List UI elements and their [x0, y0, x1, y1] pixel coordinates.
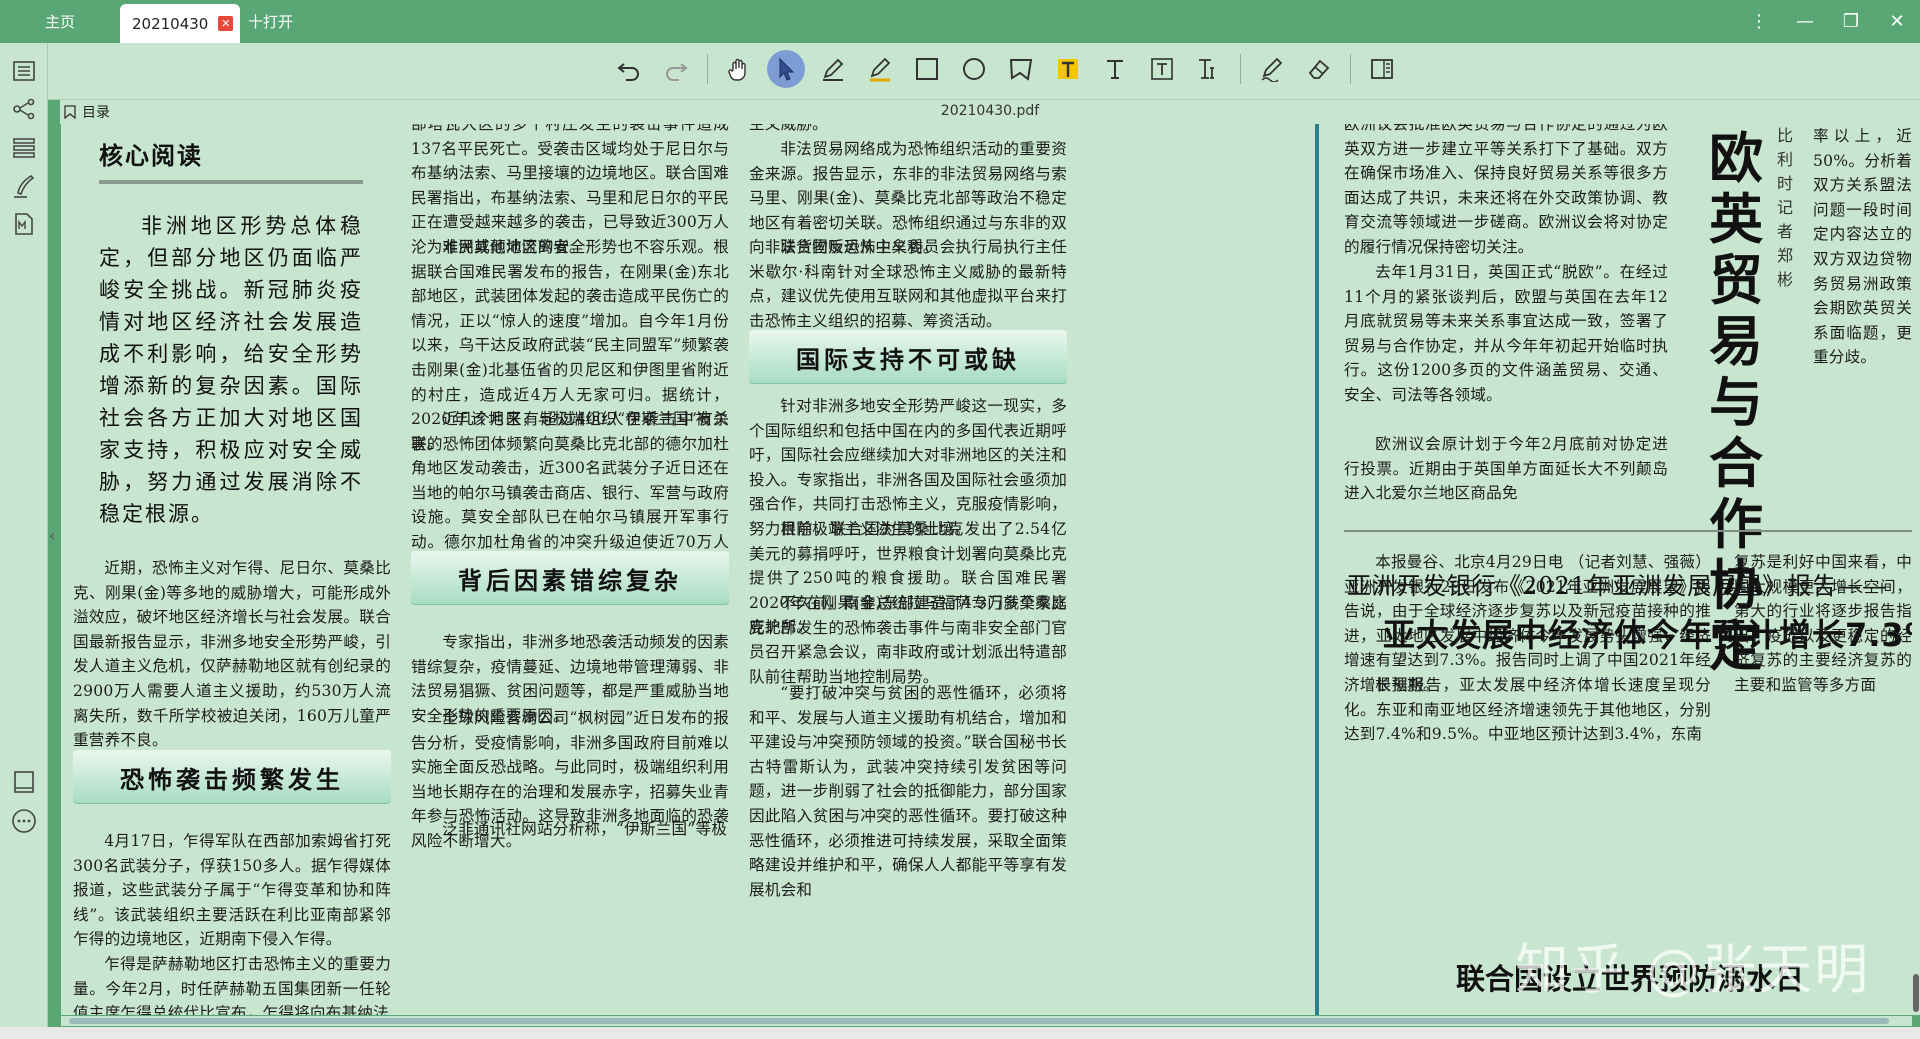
core-reading-title: 核心阅读 [99, 142, 203, 170]
hand-icon[interactable] [720, 50, 758, 88]
annotation-list-icon[interactable] [11, 135, 37, 161]
paragraph: 4月17日，乍得军队在西部加索姆省打死300名武装分子，俘获150多人。据乍得媒… [73, 832, 391, 949]
rectangle-icon[interactable] [908, 50, 946, 88]
open-file-button[interactable]: 十打开 [240, 0, 293, 43]
toolbar-separator [1350, 54, 1351, 84]
section-heading: 背后因素错综复杂 [411, 551, 729, 605]
lead-paragraph: 非洲地区形势总体稳定，但部分地区仍面临严峻安全挑战。新冠肺炎疫情对地区经济社会发… [99, 214, 363, 526]
tab-close-icon[interactable]: ✕ [218, 16, 234, 31]
paragraph: 复苏是利好中国来看，中国大规模更大增长空间，第大的行业将逐步报告指出，疫苏以及更… [1734, 553, 1912, 694]
paragraph: 去年1月31日，英国正式“脱欧”。在经过11个月的紧张谈判后，欧盟与英国在去年1… [1344, 263, 1668, 404]
vertical-scroll-thumb[interactable] [1913, 974, 1919, 1012]
restore-button[interactable]: ❐ [1828, 0, 1874, 43]
horizontal-scrollbar[interactable] [61, 1016, 1912, 1026]
redo-icon[interactable] [657, 50, 695, 88]
status-bar [0, 1027, 1920, 1039]
thumbnails-icon[interactable] [11, 58, 37, 84]
collapse-sidebar-icon[interactable]: ‹ [49, 526, 55, 545]
panel-icon[interactable] [1363, 50, 1401, 88]
column-adb-1: 本报曼谷、北京4月29日电 （记者刘慧、强薇）亚洲开发银行28日发布《2021年… [1344, 550, 1711, 746]
text-insert-icon[interactable] [1190, 50, 1228, 88]
tab-document[interactable]: 20210430 ✕ [120, 4, 240, 43]
tab-home[interactable]: 主页 [0, 0, 120, 43]
paragraph: 联合国反恐怖主义委员会执行局执行主任米歇尔·科南针对全球恐怖主义威胁的最新特点，… [749, 238, 1067, 330]
section-heading: 国际支持不可或缺 [749, 330, 1067, 384]
more-options-icon[interactable] [11, 808, 37, 834]
markdown-file-icon[interactable] [11, 211, 37, 237]
section-heading: 恐怖袭击频繁发生 [73, 750, 391, 804]
pdf-page: 核心阅读 非洲地区形势总体稳定，但部分地区仍面临严峻安全挑战。新冠肺炎疫情对地区… [61, 124, 1912, 1015]
close-button[interactable]: ✕ [1874, 0, 1920, 43]
text-icon[interactable] [1096, 50, 1134, 88]
paragraph: 主义威胁。 [749, 124, 828, 133]
paragraph: 率以上，近50%。分析着双方关系盟法问题一段时间定内容达立的双方双边贷物务贸易洲… [1813, 127, 1912, 367]
paragraph: 不久前，南非总统拉马福萨专门就莫桑比克北部发生的恐怖袭击事件与南非安全部门官员召… [749, 594, 1067, 686]
toolbar-separator [1240, 54, 1241, 84]
column-5: 率以上，近50%。分析着双方关系盟法问题一段时间定内容达立的双方双边贷物务贸易洲… [1813, 124, 1912, 434]
highlighter-icon[interactable] [861, 50, 899, 88]
column-adb-2: 复苏是利好中国来看，中国大规模更大增长空间，第大的行业将逐步报告指出，疫苏以及更… [1734, 550, 1912, 746]
column-3: 主义威胁。 非法贸易网络成为恐怖组织活动的重要资金来源。报告显示，东非的非法贸易… [749, 124, 1067, 1015]
vertical-byline: 比利时记者郑彬 [1776, 126, 1793, 289]
text-highlight-icon[interactable] [1049, 50, 1087, 88]
horizontal-scroll-thumb[interactable] [69, 1018, 1889, 1024]
paragraph: 欧洲议会批准欧英贸易与合作协定的通过为欧英双方进一步建立平等关系打下了基础。双方… [1344, 124, 1668, 256]
paragraph: 近期，恐怖主义对乍得、尼日尔、莫桑比克、刚果(金)等多地的威胁增大，可能形成外溢… [73, 559, 391, 750]
vertical-scrollbar[interactable] [1912, 124, 1920, 1015]
paragraph: 乍得是萨赫勒地区打击恐怖主义的重要力量。今年2月，时任萨赫勒五国集团新一任轮值主… [73, 955, 391, 1015]
outline-bar: 目录 20210430.pdf [60, 100, 1920, 124]
sign-icon[interactable] [1253, 50, 1291, 88]
select-icon[interactable] [767, 50, 805, 88]
polygon-icon[interactable] [1002, 50, 1040, 88]
pen-icon[interactable] [814, 50, 852, 88]
paragraph: 欧洲议会原计划于今年2月底前对协定进行投票。近期由于英国单方面延长大不列颠岛进入… [1344, 435, 1668, 503]
signature-icon[interactable] [11, 173, 37, 199]
minimize-button[interactable]: — [1782, 0, 1828, 43]
column-1: 核心阅读 非洲地区形势总体稳定，但部分地区仍面临严峻安全挑战。新冠肺炎疫情对地区… [73, 124, 391, 1015]
paragraph: 根据报告，亚太发展中经济体增长速度呈现分化。东亚和南亚地区经济增速领先于其他地区… [1344, 676, 1711, 744]
annotation-toolbar [0, 43, 1920, 100]
ellipse-icon[interactable] [955, 50, 993, 88]
column-4: 欧洲议会批准欧英贸易与合作协定的通过为欧英双方进一步建立平等关系打下了基础。双方… [1344, 124, 1668, 514]
title-rule [99, 180, 363, 184]
eraser-icon[interactable] [1300, 50, 1338, 88]
column-divider [1315, 124, 1319, 1015]
textbox-icon[interactable] [1143, 50, 1181, 88]
window-controls: ⋮ — ❐ ✕ [1736, 0, 1920, 43]
book-icon[interactable] [11, 769, 37, 795]
outline-tree-icon[interactable] [11, 96, 37, 122]
paragraph: “要打破冲突与贫困的恶性循环，必须将和平、发展与人道主义援助有机结合，增加和平建… [749, 684, 1067, 899]
section-rule [1344, 530, 1912, 532]
undo-icon[interactable] [610, 50, 648, 88]
more-menu-icon[interactable]: ⋮ [1736, 0, 1782, 43]
column-2: 部塔瓦大区的多个村庄发生的袭击事件造成137名平民死亡。受袭击区域均处于尼日尔与… [411, 124, 729, 1015]
toolbar-separator [707, 54, 708, 84]
tab-bar: 主页 20210430 ✕ 十打开 [0, 0, 1920, 43]
document-filename: 20210430.pdf [940, 103, 1040, 119]
zhihu-watermark: 知乎 @张天明 [1515, 938, 1871, 1001]
paragraph: 泛非通讯社网站分析称，“伊斯兰国”等极 [442, 820, 728, 838]
tab-document-label: 20210430 [132, 14, 209, 33]
left-sidebar [0, 43, 48, 1039]
